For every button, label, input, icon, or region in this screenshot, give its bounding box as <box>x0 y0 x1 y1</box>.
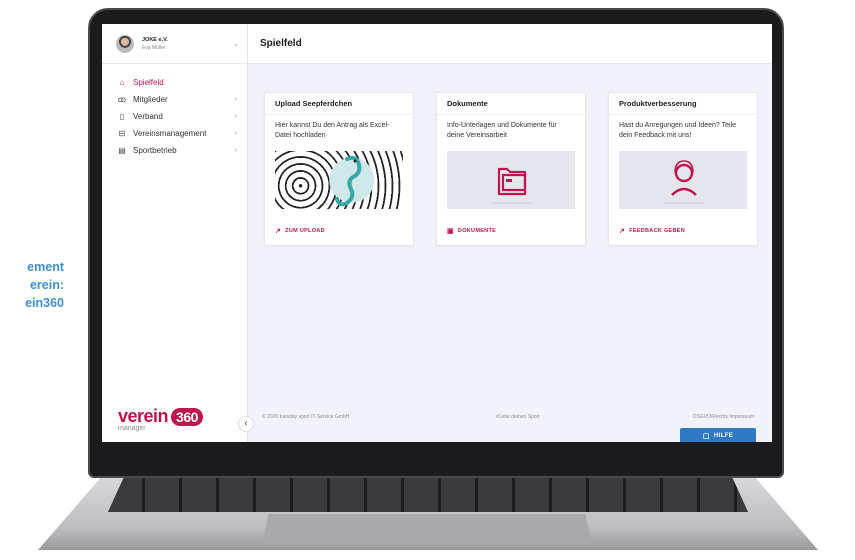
card-link-label: DOKUMENTE <box>457 228 497 234</box>
document-icon: ▣ <box>447 228 454 235</box>
sidebar-item-label: Vereinsmanagement <box>133 129 207 138</box>
federation-icon: ▯ <box>119 112 125 121</box>
promo-line-2: erein: <box>29 278 64 292</box>
feedback-illustration <box>619 151 747 209</box>
documents-link[interactable]: ▣ DOKUMENTE <box>447 227 496 235</box>
motto-text: #Lebe deinen Sport <box>496 414 540 420</box>
support-icon <box>664 160 704 204</box>
laptop-trackpad <box>262 514 592 544</box>
documents-illustration <box>447 151 575 209</box>
club-name: JOKE e.V. <box>142 36 168 43</box>
external-link-icon: ↗ <box>619 228 626 235</box>
collapse-sidebar-button[interactable]: ‹ <box>238 416 254 432</box>
seahorse-icon <box>335 155 362 207</box>
sidebar-item-verband[interactable]: ▯ Verband › <box>102 108 247 125</box>
card-feedback: Produktverbesserung Hast du Anregungen u… <box>608 92 758 246</box>
card-documents: Dokumente Info-Unterlagen und Dokumente … <box>436 92 586 246</box>
chat-icon: ▢ <box>702 433 710 440</box>
card-title: Dokumente <box>437 93 585 115</box>
sidebar-item-vereinsmanagement[interactable]: ⊟ Vereinsmanagement › <box>102 125 247 142</box>
page-title: Spielfeld <box>260 38 302 49</box>
external-link-icon: ↗ <box>275 228 282 235</box>
account-switcher[interactable]: JOKE e.V. Eva Müller ⌄ <box>102 24 247 64</box>
sidebar-item-label: Spielfeld <box>133 78 164 87</box>
help-label: HILFE <box>713 433 734 439</box>
card-upload: Upload Seepferdchen Hier kannst Du den A… <box>264 92 414 246</box>
upload-link[interactable]: ↗ ZUM UPLOAD <box>275 227 325 235</box>
sidebar-item-label: Sportbetrieb <box>133 146 177 155</box>
chevron-down-icon: ⌄ <box>233 40 239 48</box>
card-link-label: ZUM UPLOAD <box>285 228 325 234</box>
chevron-right-icon: › <box>234 96 237 103</box>
clipboard-icon: ▤ <box>118 146 126 155</box>
card-description: Hier kannst Du den Antrag als Excel-Date… <box>275 122 390 139</box>
promo-text: ement erein: ein360 <box>0 258 64 312</box>
briefcase-icon: ⊟ <box>118 129 126 138</box>
card-link-label: FEEDBACK GEBEN <box>629 228 686 234</box>
logo-wordmark: verein <box>118 406 169 426</box>
chevron-right-icon: › <box>234 113 237 120</box>
help-button[interactable]: ▢ HILFE <box>680 428 756 442</box>
logo-badge: 360 <box>171 407 203 426</box>
feedback-link[interactable]: ↗ FEEDBACK GEBEN <box>619 227 685 235</box>
seahorse-illustration <box>275 151 403 209</box>
sidebar-item-label: Mitglieder <box>133 95 168 104</box>
promo-line-1: ement <box>27 260 64 274</box>
card-description: Info-Unterlagen und Dokumente für deine … <box>447 122 557 139</box>
chevron-right-icon: › <box>234 130 237 137</box>
sidebar-nav: ⌂ Spielfeld ꝏ Mitglieder › ▯ Verband › ⊟… <box>102 64 247 159</box>
sidebar-item-spielfeld[interactable]: ⌂ Spielfeld <box>102 74 247 91</box>
folder-icon <box>492 167 532 204</box>
promo-line-3: ein360 <box>25 296 64 310</box>
verein360-logo: verein 360 manager <box>118 406 203 432</box>
card-description: Hast du Anregungen und Ideen? Teile dein… <box>619 122 737 139</box>
sidebar-item-label: Verband <box>133 112 163 121</box>
sidebar-item-sportbetrieb[interactable]: ▤ Sportbetrieb › <box>102 142 247 159</box>
sidebar-item-mitglieder[interactable]: ꝏ Mitglieder › <box>102 91 247 108</box>
card-title: Upload Seepferdchen <box>265 93 413 115</box>
avatar <box>116 34 134 53</box>
user-name: Eva Müller <box>142 44 166 51</box>
home-icon: ⌂ <box>119 78 125 87</box>
members-icon: ꝏ <box>117 95 127 104</box>
chevron-right-icon: › <box>234 147 237 154</box>
card-title: Produktverbesserung <box>609 93 757 115</box>
app-screen: JOKE e.V. Eva Müller ⌄ ⌂ Spielfeld ꝏ Mit… <box>102 24 772 442</box>
copyright-text: © 2020 tuesday sport IT-Service GmbH <box>262 414 350 420</box>
legal-links[interactable]: DSGVO/Rechts Impressum <box>693 414 754 420</box>
sidebar: JOKE e.V. Eva Müller ⌄ ⌂ Spielfeld ꝏ Mit… <box>102 24 248 442</box>
top-bar: Spielfeld <box>248 24 772 64</box>
